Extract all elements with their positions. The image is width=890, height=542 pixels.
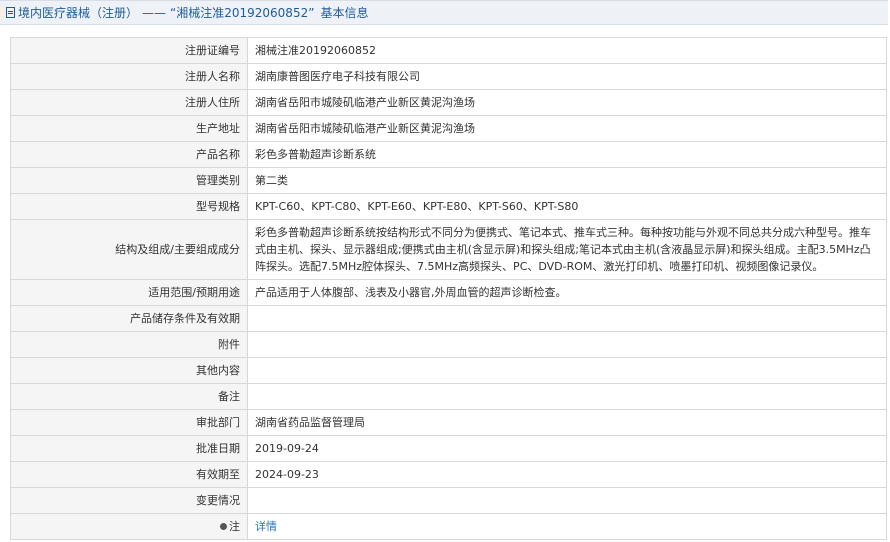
table-row: 产品储存条件及有效期 xyxy=(10,305,887,332)
header-quote-title: “湘械注准20192060852” xyxy=(170,6,315,20)
lightbulb-icon xyxy=(220,522,227,530)
row-value: 湖南省岳阳市城陵矶临港产业新区黄泥沟渔场 xyxy=(247,115,887,142)
row-label: 备注 xyxy=(10,383,248,410)
table-row: 批准日期 2019-09-24 xyxy=(10,435,887,462)
row-label: 生产地址 xyxy=(10,115,248,142)
row-value xyxy=(247,305,887,332)
row-label: 附件 xyxy=(10,331,248,358)
row-label: 注册人名称 xyxy=(10,63,248,90)
row-label: 变更情况 xyxy=(10,487,248,514)
table-row: 审批部门 湖南省药品监督管理局 xyxy=(10,409,887,436)
row-label: 其他内容 xyxy=(10,357,248,384)
document-icon xyxy=(6,7,15,18)
row-value: 湘械注准20192060852 xyxy=(247,37,887,64)
table-row: 型号规格 KPT-C60、KPT-C80、KPT-E60、KPT-E80、KPT… xyxy=(10,193,887,220)
table-row: 产品名称 彩色多普勒超声诊断系统 xyxy=(10,141,887,168)
row-label: 注册证编号 xyxy=(10,37,248,64)
row-label: 批准日期 xyxy=(10,435,248,462)
row-value: 产品适用于人体腹部、浅表及小器官,外周血管的超声诊断检查。 xyxy=(247,279,887,306)
row-label: 注册人住所 xyxy=(10,89,248,116)
table-row: 结构及组成/主要组成成分 彩色多普勒超声诊断系统按结构形式不同分为便携式、笔记本… xyxy=(10,219,887,280)
table-row: 备注 xyxy=(10,383,887,410)
page-header: 境内医疗器械（注册） —— “湘械注准20192060852” 基本信息 xyxy=(0,0,888,25)
row-value: 详情 xyxy=(247,513,887,540)
table-row: 注册人住所 湖南省岳阳市城陵矶临港产业新区黄泥沟渔场 xyxy=(10,89,887,116)
row-label: 结构及组成/主要组成成分 xyxy=(10,219,248,280)
row-label: 管理类别 xyxy=(10,167,248,194)
row-value: 第二类 xyxy=(247,167,887,194)
row-value: KPT-C60、KPT-C80、KPT-E60、KPT-E80、KPT-S60、… xyxy=(247,193,887,220)
header-section: 境内医疗器械（注册） xyxy=(18,6,139,20)
note-label: 注 xyxy=(229,520,240,533)
row-value: 彩色多普勒超声诊断系统按结构形式不同分为便携式、笔记本式、推车式三种。每种按功能… xyxy=(247,219,887,280)
row-label: 有效期至 xyxy=(10,461,248,488)
row-value xyxy=(247,383,887,410)
table-row: 有效期至 2024-09-23 xyxy=(10,461,887,488)
row-label: 产品储存条件及有效期 xyxy=(10,305,248,332)
row-value: 湖南省药品监督管理局 xyxy=(247,409,887,436)
table-row: 注 详情 xyxy=(10,513,887,540)
table-row: 生产地址 湖南省岳阳市城陵矶临港产业新区黄泥沟渔场 xyxy=(10,115,887,142)
row-value: 彩色多普勒超声诊断系统 xyxy=(247,141,887,168)
row-value: 2019-09-24 xyxy=(247,435,887,462)
table-row: 注册证编号 湘械注准20192060852 xyxy=(10,37,887,64)
row-value xyxy=(247,357,887,384)
row-label-note: 注 xyxy=(10,513,248,540)
details-link[interactable]: 详情 xyxy=(255,520,277,533)
row-value: 湖南省岳阳市城陵矶临港产业新区黄泥沟渔场 xyxy=(247,89,887,116)
header-separator: —— xyxy=(142,5,167,20)
row-value: 2024-09-23 xyxy=(247,461,887,488)
table-row: 注册人名称 湖南康普图医疗电子科技有限公司 xyxy=(10,63,887,90)
table-row: 其他内容 xyxy=(10,357,887,384)
table-row: 变更情况 xyxy=(10,487,887,514)
row-label: 审批部门 xyxy=(10,409,248,436)
table-row: 附件 xyxy=(10,331,887,358)
row-label: 适用范围/预期用途 xyxy=(10,279,248,306)
row-value xyxy=(247,331,887,358)
table-row: 适用范围/预期用途 产品适用于人体腹部、浅表及小器官,外周血管的超声诊断检查。 xyxy=(10,279,887,306)
row-value: 湖南康普图医疗电子科技有限公司 xyxy=(247,63,887,90)
info-table: 注册证编号 湘械注准20192060852 注册人名称 湖南康普图医疗电子科技有… xyxy=(10,37,887,540)
header-suffix: 基本信息 xyxy=(320,6,369,20)
row-value xyxy=(247,487,887,514)
table-row: 管理类别 第二类 xyxy=(10,167,887,194)
row-label: 产品名称 xyxy=(10,141,248,168)
row-label: 型号规格 xyxy=(10,193,248,220)
